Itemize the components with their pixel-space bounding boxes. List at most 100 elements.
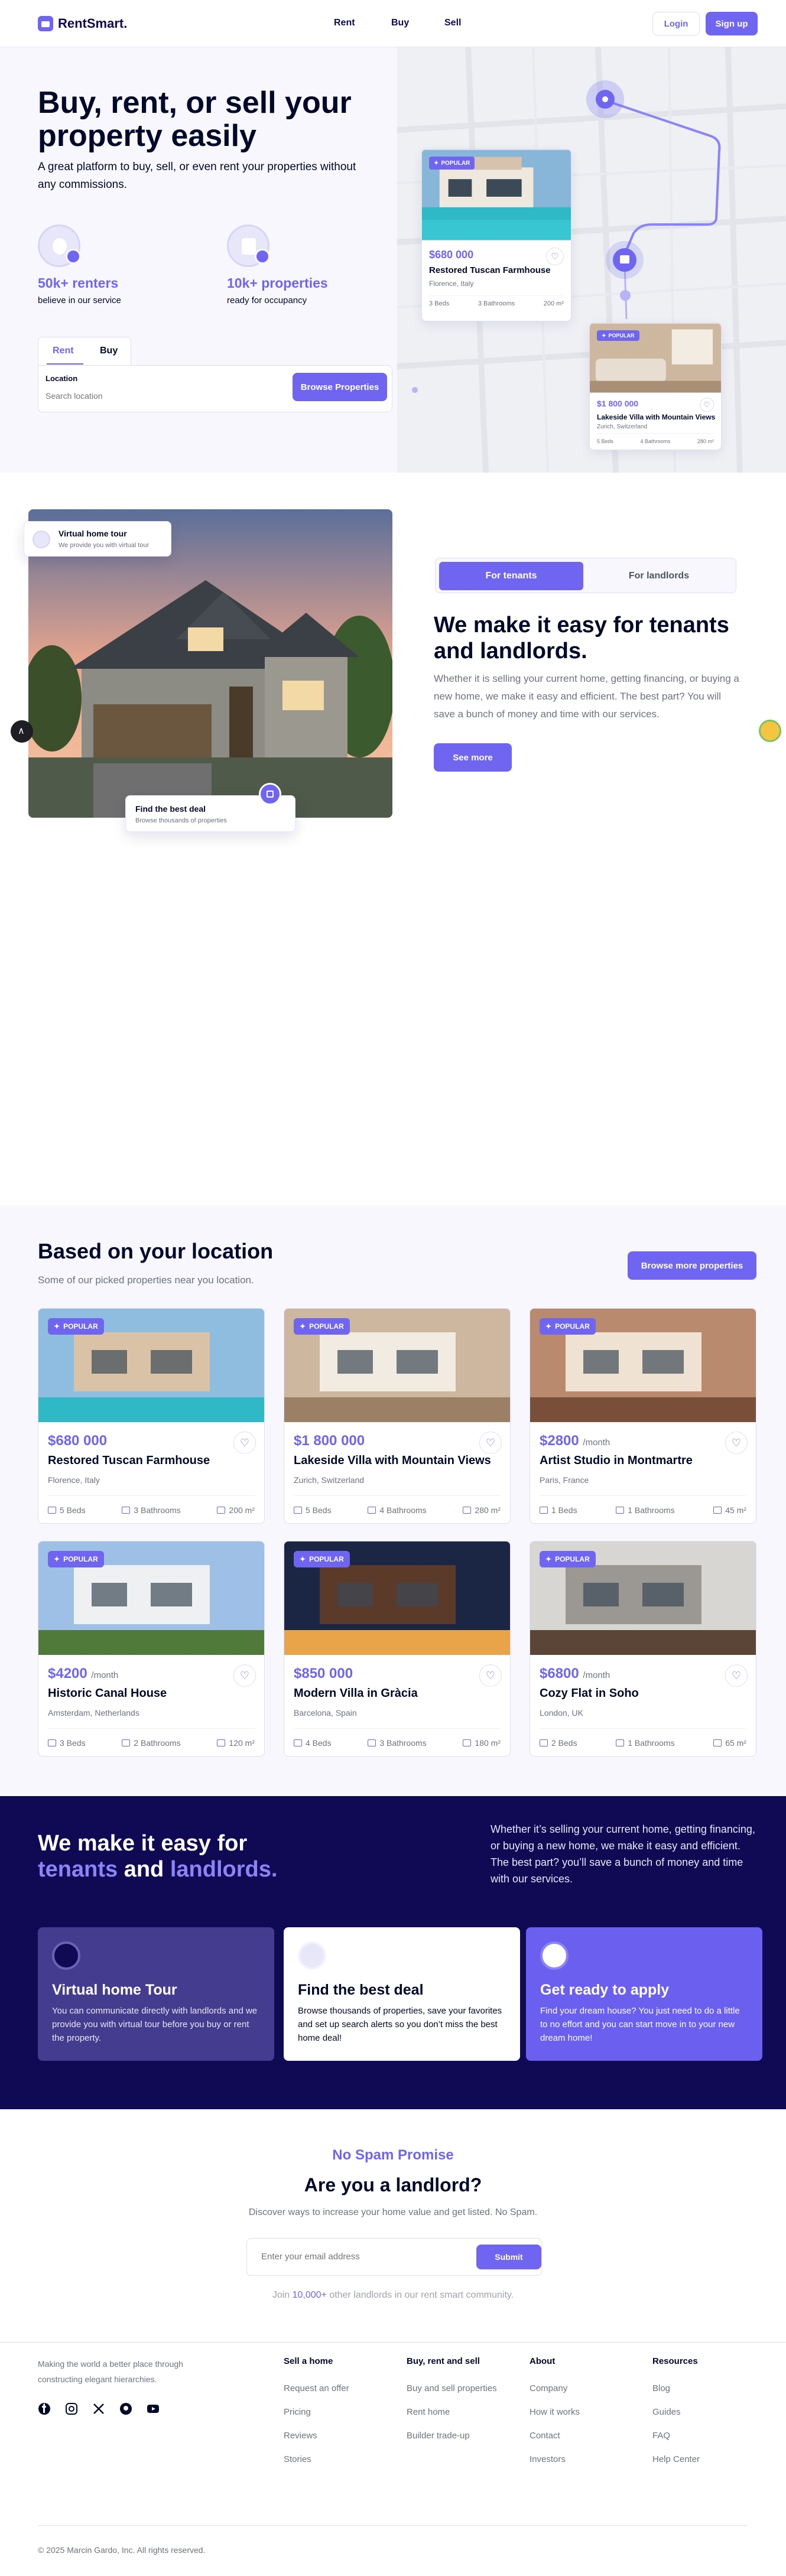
bath-icon [122, 1739, 131, 1746]
footer-divider [0, 2342, 786, 2343]
see-more-button[interactable]: See more [434, 743, 512, 772]
bed-icon [540, 1507, 548, 1514]
tenant-landlord-toggle: For tenants For landlords [435, 558, 736, 593]
area-label: 280 m² [475, 1505, 501, 1515]
badge-label: POPULAR [555, 1555, 590, 1563]
footer-link[interactable]: Reviews [284, 2431, 317, 2441]
footer-column-title: Buy, rent and sell [407, 2356, 480, 2366]
bed-icon [48, 1507, 56, 1514]
heart-icon[interactable]: ♡ [479, 1664, 502, 1687]
popular-badge: ✦ POPULAR [540, 1551, 596, 1567]
footer-link[interactable]: Company [530, 2383, 567, 2393]
footer-link[interactable]: Stories [284, 2454, 311, 2464]
property-card[interactable]: ✦ POPULAR $680 000 ♡ Restored Tuscan Farmho… [38, 1308, 265, 1524]
toggle-for-tenants[interactable]: For tenants [439, 562, 583, 590]
browse-more-button[interactable]: Browse more properties [628, 1251, 756, 1280]
property-price: $680 000 [48, 1433, 107, 1449]
feature-card-virtual-tour: Virtual home Tour You can communicate di… [38, 1927, 274, 2061]
landlord-subtitle: Discover ways to increase your home valu… [248, 2207, 538, 2217]
property-price: $850 000 [294, 1666, 353, 1682]
footer-link[interactable]: Investors [530, 2454, 566, 2464]
baths: 3 Bathrooms [122, 1505, 181, 1515]
footer-link[interactable]: How it works [530, 2407, 580, 2417]
footer-link[interactable]: FAQ [652, 2431, 670, 2441]
scroll-up-icon[interactable]: ∧ [11, 720, 33, 743]
logo-text: RentSmart. [58, 16, 128, 31]
sparkle-icon: ✦ [54, 1322, 60, 1331]
footer-link[interactable]: Help Center [652, 2454, 700, 2464]
card-price: $1 800 000 [597, 399, 639, 408]
heart-icon[interactable]: ♡ [233, 1664, 256, 1687]
property-card[interactable]: ✦ POPULAR $4200 /month ♡ Historic Canal Hous… [38, 1541, 265, 1757]
property-card[interactable]: ✦ POPULAR $1 800 000 ♡ Lakeside Villa with … [284, 1308, 511, 1524]
area: 280 m² [463, 1505, 501, 1515]
browse-properties-button[interactable]: Browse Properties [293, 373, 387, 401]
property-card[interactable]: ✦ POPULAR $6800 /month ♡ Cozy Flat in Soho Lo… [530, 1541, 756, 1757]
card-location: Florence, Italy [429, 279, 474, 288]
heart-icon[interactable]: ♡ [479, 1432, 502, 1454]
features-title-landlords: landlords. [170, 1857, 278, 1882]
submit-button[interactable]: Submit [476, 2245, 541, 2269]
property-price: $1 800 000 [294, 1433, 365, 1449]
nav-rent[interactable]: Rent [334, 18, 355, 28]
toggle-for-landlords[interactable]: For landlords [587, 562, 731, 590]
youtube-icon[interactable] [147, 2402, 160, 2415]
footer-link[interactable]: Request an offer [284, 2383, 349, 2393]
beds-label: 2 Beds [551, 1738, 577, 1748]
feature-title: Virtual home Tour [52, 1982, 177, 1998]
email-form: Submit [246, 2238, 542, 2276]
logo[interactable]: RentSmart. [38, 16, 127, 31]
footer-link[interactable]: Contact [530, 2431, 560, 2441]
baths-label: 1 Bathrooms [628, 1505, 675, 1515]
price-period: /month [91, 1670, 119, 1680]
badge-label: POPULAR [441, 160, 470, 167]
bed-icon [48, 1739, 56, 1746]
property-card[interactable]: ✦ POPULAR $850 000 ♡ Modern Villa in Gràcia… [284, 1541, 511, 1757]
property-meta: 5 Beds 3 Bathrooms 200 m² [48, 1495, 255, 1515]
badge-label: POPULAR [63, 1555, 98, 1563]
sparkle-icon: ✦ [434, 160, 439, 167]
popular-badge: ✦ POPULAR [294, 1551, 350, 1567]
heart-icon[interactable]: ♡ [233, 1432, 256, 1454]
avatar[interactable] [759, 720, 781, 742]
logo-icon [38, 16, 53, 31]
sparkle-icon: ✦ [545, 1555, 552, 1563]
feature-title: Find the best deal [298, 1982, 424, 1998]
footer-link[interactable]: Pricing [284, 2407, 311, 2417]
features-title-and: and [118, 1857, 170, 1882]
badge-label: POPULAR [309, 1555, 344, 1563]
login-button[interactable]: Login [652, 12, 700, 35]
price-value: $2800 [540, 1433, 579, 1449]
bath-icon [122, 1507, 131, 1514]
email-field[interactable] [261, 2252, 450, 2262]
heart-icon[interactable]: ♡ [546, 248, 564, 265]
tab-rent[interactable]: Rent [53, 346, 74, 356]
footer-column-title: Resources [652, 2356, 698, 2366]
nav-sell[interactable]: Sell [444, 18, 461, 28]
x-icon[interactable] [92, 2402, 105, 2415]
footer-link[interactable]: Guides [652, 2407, 681, 2417]
float-title: Virtual home tour [59, 529, 127, 538]
beds-label: 3 Beds [60, 1738, 86, 1748]
location-input[interactable] [46, 389, 223, 402]
map-card-farmhouse[interactable]: ✦ POPULAR $680 000 ♡ Restored Tuscan Farm… [421, 149, 571, 321]
signup-button[interactable]: Sign up [706, 12, 758, 35]
heart-icon[interactable]: ♡ [725, 1432, 748, 1454]
footer-bottom-divider [38, 2525, 748, 2526]
instagram-icon[interactable] [65, 2402, 78, 2415]
footer-link[interactable]: Blog [652, 2383, 670, 2393]
price-value: $6800 [540, 1666, 579, 1681]
nav-buy[interactable]: Buy [391, 18, 409, 28]
tab-buy[interactable]: Buy [100, 346, 118, 356]
property-card[interactable]: ✦ POPULAR $2800 /month ♡ Artist Studio in Mo… [530, 1308, 756, 1524]
property-location: Amsterdam, Netherlands [48, 1708, 139, 1718]
footer-link[interactable]: Rent home [407, 2407, 450, 2417]
footer-link[interactable]: Buy and sell properties [407, 2383, 497, 2393]
map-card-lakeside[interactable]: ✦ POPULAR $1 800 000 ♡ Lakeside Villa wit… [589, 323, 722, 450]
bath-icon [368, 1507, 376, 1514]
footer-link[interactable]: Builder trade-up [407, 2431, 470, 2441]
heart-icon[interactable]: ♡ [725, 1664, 748, 1687]
heart-icon[interactable]: ♡ [700, 398, 714, 412]
github-icon[interactable] [119, 2402, 132, 2415]
facebook-icon[interactable] [38, 2402, 51, 2415]
